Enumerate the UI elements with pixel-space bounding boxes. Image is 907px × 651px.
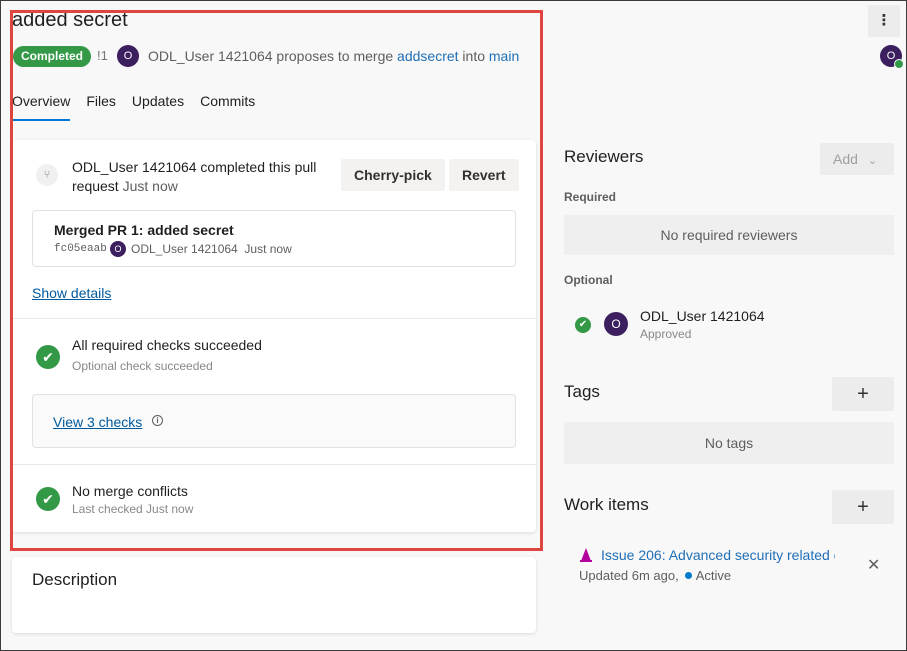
commit-meta: ODL_User 1421064 Just now	[131, 242, 292, 256]
view-checks-link[interactable]: View 3 checks	[53, 414, 142, 430]
status-badge: Completed	[13, 46, 92, 67]
revert-button[interactable]: Revert	[449, 159, 519, 191]
completion-time: Just now	[122, 178, 178, 194]
checkmark-icon: ✔	[36, 487, 60, 511]
target-branch-link[interactable]: main	[489, 48, 519, 64]
into-text: into	[462, 48, 485, 64]
checks-subtitle: Optional check succeeded	[72, 359, 213, 373]
reviewer-name[interactable]: ODL_User 1421064	[640, 308, 765, 324]
conflicts-title: No merge conflicts	[72, 483, 188, 499]
divider	[12, 318, 536, 319]
work-item-state: Active	[695, 568, 732, 583]
proposes-text: proposes to merge	[276, 48, 394, 64]
commit-time: Just now	[244, 242, 292, 256]
source-branch-link[interactable]: addsecret	[397, 48, 458, 64]
divider	[12, 464, 536, 465]
merge-icon: ⑂	[36, 164, 58, 186]
pr-id: !1	[97, 48, 108, 63]
tab-updates[interactable]: Updates	[132, 93, 184, 121]
description-title: Description	[32, 570, 118, 589]
work-item-updated: Updated 6m ago,	[579, 568, 679, 583]
tab-bar: Overview Files Updates Commits	[12, 93, 255, 121]
show-details-link[interactable]: Show details	[32, 285, 111, 301]
commit-author: ODL_User 1421064	[131, 242, 238, 256]
merge-description: ODL_User 1421064 proposes to merge addse…	[148, 48, 519, 64]
commit-title[interactable]: Merged PR 1: added secret	[54, 222, 234, 238]
no-tags: No tags	[564, 422, 894, 464]
completion-text: ODL_User 1421064 completed this pull req…	[72, 158, 337, 196]
tab-files[interactable]: Files	[86, 93, 116, 121]
completion-message: ODL_User 1421064 completed this pull req…	[72, 159, 317, 194]
work-items-heading: Work items	[564, 495, 649, 514]
more-actions-button[interactable]: ⋮	[868, 5, 900, 37]
required-label: Required	[564, 190, 617, 204]
tab-commits[interactable]: Commits	[200, 93, 255, 121]
reviewers-heading: Reviewers	[564, 147, 644, 166]
approved-badge-icon	[894, 59, 904, 69]
tab-overview[interactable]: Overview	[12, 93, 71, 121]
checks-title: All required checks succeeded	[72, 337, 262, 353]
page-title: added secret	[12, 9, 128, 31]
avatar: O	[110, 241, 126, 257]
add-label: Add	[833, 151, 858, 167]
description-card	[12, 557, 536, 633]
proposer-name[interactable]: ODL_User 1421064	[148, 48, 273, 64]
tags-heading: Tags	[564, 382, 600, 401]
approved-icon: ✔	[575, 317, 591, 333]
checkmark-icon: ✔	[36, 345, 60, 369]
cherry-pick-button[interactable]: Cherry-pick	[341, 159, 445, 191]
state-dot-icon	[684, 572, 692, 579]
optional-label: Optional	[564, 273, 613, 287]
conflicts-subtitle: Last checked Just now	[72, 502, 194, 516]
add-work-item-button[interactable]: +	[832, 490, 894, 524]
reviewer-status: Approved	[640, 327, 692, 341]
merge-commit-box[interactable]	[32, 210, 516, 267]
add-tag-button[interactable]: +	[832, 377, 894, 411]
overview-card	[12, 140, 536, 532]
remove-work-item-icon[interactable]: ✕	[867, 555, 880, 575]
work-item-meta: Updated 6m ago, Active	[579, 568, 731, 583]
no-required-reviewers: No required reviewers	[564, 215, 894, 255]
issue-icon	[580, 548, 592, 562]
chevron-down-icon: ⌄	[867, 155, 878, 167]
work-item-link[interactable]: Issue 206: Advanced security related e	[601, 547, 835, 563]
avatar[interactable]: O	[117, 45, 139, 67]
commit-hash[interactable]: fc05eaab	[54, 243, 107, 255]
add-reviewer-button[interactable]: Add ⌄	[820, 143, 894, 175]
avatar: O	[604, 312, 628, 336]
info-icon[interactable]: i	[152, 415, 163, 426]
